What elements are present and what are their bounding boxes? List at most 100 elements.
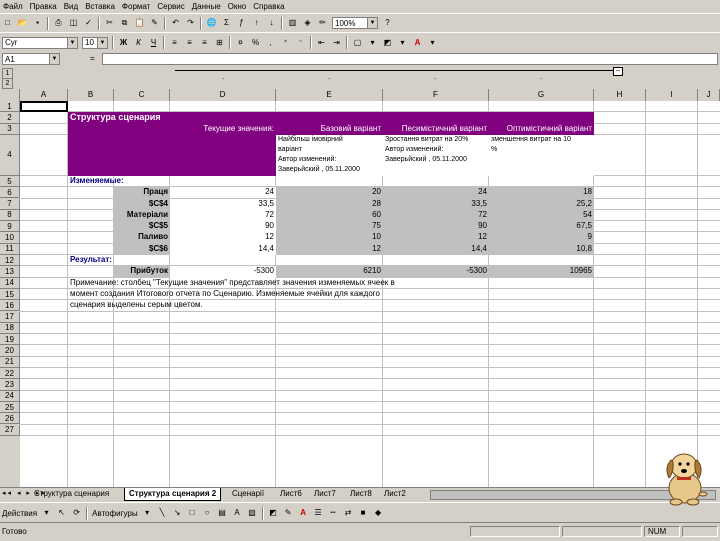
arrow-style-icon[interactable]: ⇄ — [342, 507, 355, 520]
name-box[interactable]: A1 ▼ — [2, 53, 60, 65]
percent-icon[interactable]: % — [249, 36, 262, 49]
column-header[interactable]: J — [698, 89, 720, 101]
worksheet-grid[interactable]: Структура сценария Текущие значения: Базов… — [20, 101, 720, 487]
sheet-tab[interactable]: Лист7 — [310, 488, 340, 500]
row-header[interactable]: 1 — [0, 101, 20, 113]
chevron-down-icon[interactable]: ▾ — [396, 36, 409, 49]
chevron-down-icon[interactable]: ▼ — [67, 37, 77, 48]
row-header[interactable]: 10 — [0, 232, 20, 244]
row-header[interactable]: 9 — [0, 221, 20, 233]
chevron-down-icon[interactable]: ▼ — [49, 54, 59, 64]
rectangle-icon[interactable]: □ — [186, 507, 199, 520]
drawing-icon[interactable]: ✏ — [316, 17, 329, 30]
row-header[interactable]: 16 — [0, 300, 20, 312]
align-center-icon[interactable]: ≡ — [183, 36, 196, 49]
preview-icon[interactable]: ◫ — [67, 17, 80, 30]
save-icon[interactable]: ▪ — [31, 17, 44, 30]
3d-icon[interactable]: ◆ — [372, 507, 385, 520]
row-header[interactable]: 23 — [0, 379, 20, 391]
borders-icon[interactable]: ▢ — [351, 36, 364, 49]
menu-item[interactable]: Окно — [225, 2, 251, 11]
row-header[interactable]: 4 — [0, 134, 20, 176]
thousands-icon[interactable]: ‚ — [264, 36, 277, 49]
chart-icon[interactable]: ▥ — [286, 17, 299, 30]
wordart-icon[interactable]: A — [231, 507, 244, 520]
menu-item[interactable]: Справка — [250, 2, 288, 11]
font-color-icon[interactable]: A — [411, 36, 424, 49]
shadow-icon[interactable]: ■ — [357, 507, 370, 520]
undo-icon[interactable]: ↶ — [169, 17, 182, 30]
column-header[interactable]: F — [383, 89, 489, 101]
sheet-tab[interactable]: Лист6 — [276, 488, 306, 500]
row-header[interactable]: 2 — [0, 112, 20, 124]
line-icon[interactable]: ╲ — [156, 507, 169, 520]
row-header[interactable]: 21 — [0, 356, 20, 368]
row-header[interactable]: 8 — [0, 209, 20, 222]
arrow-icon[interactable]: ↘ — [171, 507, 184, 520]
increase-decimal-icon[interactable]: ⁺ — [279, 36, 292, 49]
column-header[interactable]: B — [68, 89, 114, 101]
menu-item[interactable]: Файл — [0, 2, 27, 11]
sheet-tab[interactable]: Лист8 — [346, 488, 376, 500]
fill-color-icon[interactable]: ◩ — [381, 36, 394, 49]
row-header[interactable]: 13 — [0, 266, 20, 278]
menu-item[interactable]: Вид — [61, 2, 82, 11]
autoshapes-button[interactable]: Автофигуры — [90, 509, 140, 518]
outline-level-2[interactable]: 2 — [2, 78, 13, 89]
currency-icon[interactable]: ¤ — [234, 36, 247, 49]
chevron-down-icon[interactable]: ▼ — [367, 18, 377, 28]
align-left-icon[interactable]: ≡ — [168, 36, 181, 49]
map-icon[interactable]: ◈ — [301, 17, 314, 30]
row-header[interactable]: 3 — [0, 123, 20, 135]
row-header[interactable]: 26 — [0, 413, 20, 425]
row-header[interactable]: 25 — [0, 401, 20, 414]
office-assistant-dog[interactable] — [660, 448, 710, 506]
collapse-button[interactable]: – — [613, 67, 623, 76]
function-icon[interactable]: ƒ — [235, 17, 248, 30]
font-select[interactable]: Cyr ▼ — [2, 36, 78, 49]
rotate-icon[interactable]: ⟳ — [70, 507, 83, 520]
sheet-tab[interactable]: Структура сценария 2 — [124, 488, 222, 501]
draw-menu-button[interactable]: Действия — [0, 509, 39, 518]
menu-item[interactable]: Формат — [119, 2, 154, 11]
font-color-icon[interactable]: A — [297, 507, 310, 520]
merge-center-icon[interactable]: ⊞ — [213, 36, 226, 49]
row-header[interactable]: 24 — [0, 390, 20, 402]
column-header[interactable]: E — [276, 89, 383, 101]
clipart-icon[interactable]: ▧ — [246, 507, 259, 520]
row-header[interactable]: 19 — [0, 334, 20, 346]
oval-icon[interactable]: ○ — [201, 507, 214, 520]
sort-desc-icon[interactable]: ↓ — [265, 17, 278, 30]
autosum-icon[interactable]: Σ — [220, 17, 233, 30]
menu-item[interactable]: Правка — [27, 2, 61, 11]
open-icon[interactable]: 📂 — [16, 17, 29, 30]
format-painter-icon[interactable]: ✎ — [148, 17, 161, 30]
paste-icon[interactable]: 📋 — [133, 17, 146, 30]
decrease-decimal-icon[interactable]: ⁻ — [294, 36, 307, 49]
sheet-tab[interactable]: Сценарії — [228, 488, 268, 500]
help-icon[interactable]: ? — [381, 17, 394, 30]
row-header[interactable]: 17 — [0, 311, 20, 323]
dash-style-icon[interactable]: ┅ — [327, 507, 340, 520]
chevron-down-icon[interactable]: ▾ — [426, 36, 439, 49]
cut-icon[interactable]: ✂ — [103, 17, 116, 30]
row-header[interactable]: 5 — [0, 175, 20, 188]
column-header[interactable]: I — [646, 89, 698, 101]
line-color-icon[interactable]: ✎ — [282, 507, 295, 520]
row-header[interactable]: 22 — [0, 368, 20, 380]
row-header[interactable]: 7 — [0, 198, 20, 210]
print-icon[interactable]: ⎙ — [52, 17, 65, 30]
chevron-down-icon[interactable]: ▾ — [141, 507, 154, 520]
active-cell[interactable] — [20, 101, 68, 112]
textbox-icon[interactable]: ▤ — [216, 507, 229, 520]
column-header[interactable]: G — [489, 89, 594, 101]
line-style-icon[interactable]: ☰ — [312, 507, 325, 520]
select-objects-icon[interactable]: ↖ — [55, 507, 68, 520]
menu-item[interactable]: Данные — [189, 2, 225, 11]
row-header[interactable]: 6 — [0, 187, 20, 199]
underline-button[interactable]: Ч — [147, 36, 160, 49]
redo-icon[interactable]: ↷ — [184, 17, 197, 30]
italic-button[interactable]: К — [132, 36, 145, 49]
chevron-down-icon[interactable]: ▼ — [97, 37, 107, 48]
hyperlink-icon[interactable]: 🌐 — [205, 17, 218, 30]
